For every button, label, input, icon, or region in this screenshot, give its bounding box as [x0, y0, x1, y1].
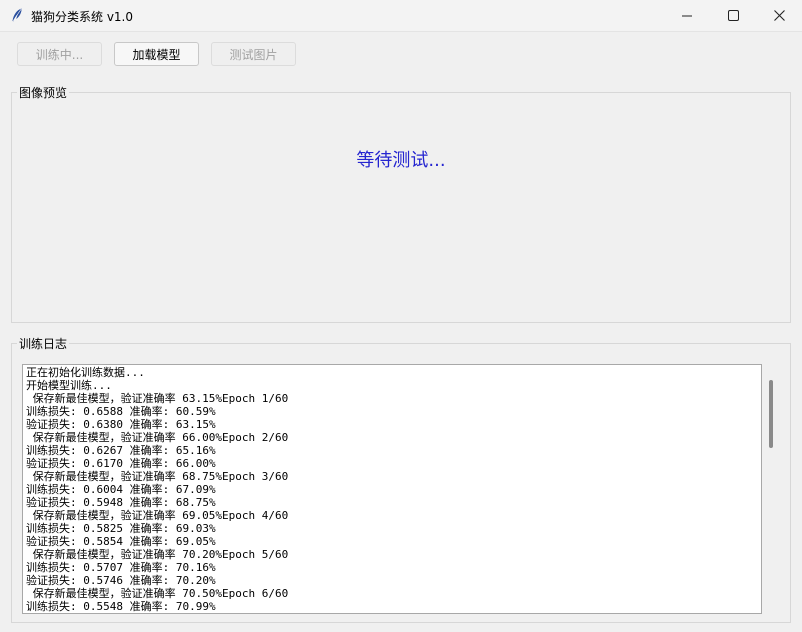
log-line: 开始模型训练...: [26, 379, 112, 392]
log-lines: 正在初始化训练数据... 开始模型训练... 保存新最佳模型，验证准确率 63.1…: [26, 366, 288, 613]
close-icon: [773, 10, 785, 21]
log-line: 保存新最佳模型，验证准确率 70.50%Epoch 6/60: [26, 587, 289, 600]
test-image-button[interactable]: 测试图片: [211, 42, 296, 66]
log-line: 保存新最佳模型，验证准确率 68.75%Epoch 3/60: [26, 470, 289, 483]
log-line: 训练损失: 0.6004 准确率: 67.09%: [26, 483, 216, 496]
log-line: 训练损失: 0.5707 准确率: 70.16%: [26, 561, 216, 574]
title-bar: 猫狗分类系统 v1.0: [0, 0, 802, 32]
minimize-icon: [682, 15, 692, 16]
log-line: 保存新最佳模型，验证准确率 63.15%Epoch 1/60: [26, 392, 289, 405]
minimize-button[interactable]: [664, 0, 710, 31]
maximize-button[interactable]: [710, 0, 756, 31]
log-line: 正在初始化训练数据...: [26, 366, 145, 379]
image-preview-label: 图像预览: [17, 84, 70, 101]
image-preview-frame: [11, 92, 791, 323]
preview-status-text: 等待测试...: [356, 150, 446, 171]
load-model-button[interactable]: 加载模型: [114, 42, 199, 66]
log-line: 训练损失: 0.6588 准确率: 60.59%: [26, 405, 216, 418]
log-scrollbar[interactable]: [769, 380, 773, 448]
log-line: 保存新最佳模型，验证准确率 69.05%Epoch 4/60: [26, 509, 289, 522]
log-line: 训练损失: 0.5548 准确率: 70.99%: [26, 600, 216, 613]
log-line: 验证损失: 0.5948 准确率: 68.75%: [26, 496, 216, 509]
log-line: 训练损失: 0.6267 准确率: 65.16%: [26, 444, 216, 457]
training-log-label: 训练日志: [17, 335, 70, 352]
log-line: 验证损失: 0.6170 准确率: 66.00%: [26, 457, 216, 470]
log-line: 训练损失: 0.5825 准确率: 69.03%: [26, 522, 216, 535]
log-line: 保存新最佳模型，验证准确率 70.20%Epoch 5/60: [26, 548, 289, 561]
log-line: 验证损失: 0.5746 准确率: 70.20%: [26, 574, 216, 587]
training-log-textbox[interactable]: 正在初始化训练数据... 开始模型训练... 保存新最佳模型，验证准确率 63.1…: [22, 364, 762, 614]
maximize-icon: [727, 10, 739, 21]
train-button[interactable]: 训练中...: [17, 42, 102, 66]
log-line: 保存新最佳模型，验证准确率 66.00%Epoch 2/60: [26, 431, 289, 444]
log-line: 验证损失: 0.5854 准确率: 69.05%: [26, 535, 216, 548]
log-line: 验证损失: 0.6380 准确率: 63.15%: [26, 418, 216, 431]
window-title: 猫狗分类系统 v1.0: [31, 10, 134, 24]
feather-icon: [9, 7, 25, 23]
close-button[interactable]: [756, 0, 802, 31]
